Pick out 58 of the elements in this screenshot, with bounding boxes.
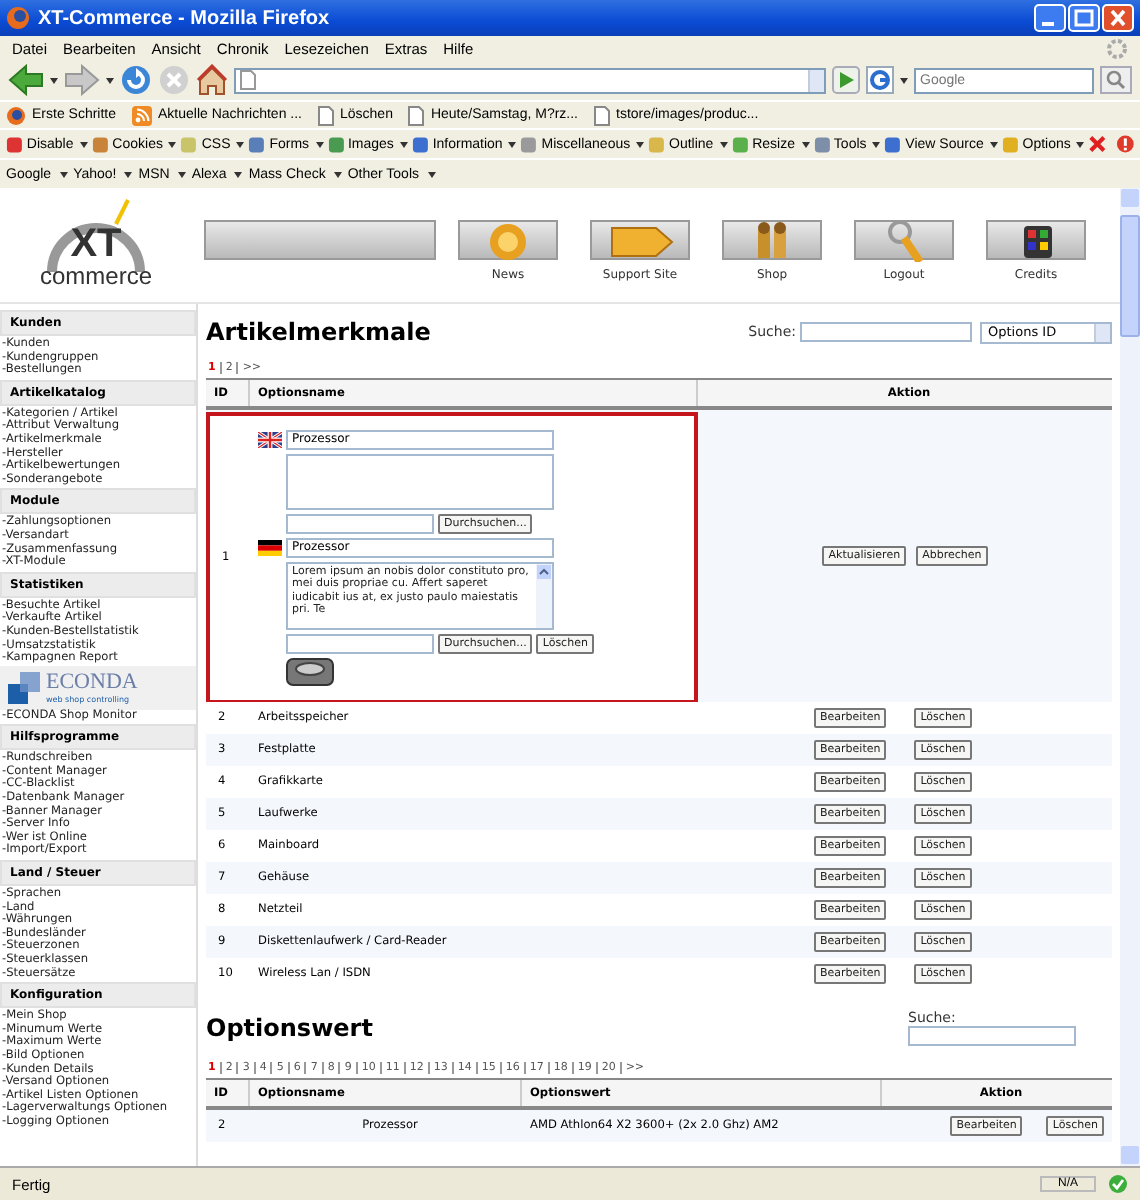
square-icon bbox=[91, 135, 109, 153]
search-engine-icon[interactable] bbox=[866, 66, 894, 94]
error-icon[interactable] bbox=[1115, 134, 1135, 154]
address-field[interactable] bbox=[234, 67, 826, 93]
file-field[interactable] bbox=[286, 633, 434, 653]
square-icon bbox=[731, 135, 749, 153]
caret-icon[interactable] bbox=[315, 141, 324, 147]
caret-icon[interactable] bbox=[989, 141, 998, 147]
minimize-icon[interactable] bbox=[1034, 4, 1066, 32]
scrollbar[interactable] bbox=[536, 563, 552, 627]
caret-icon[interactable] bbox=[719, 141, 728, 147]
logo-word: commerce bbox=[39, 264, 152, 288]
caret-icon[interactable] bbox=[399, 141, 408, 147]
back-arrow-icon[interactable] bbox=[8, 64, 44, 96]
close-icon[interactable] bbox=[1088, 134, 1108, 154]
logo-mark: XT bbox=[70, 224, 122, 264]
squares-icon bbox=[8, 671, 40, 704]
window-title: XT-Commerce - Mozilla Firefox bbox=[38, 7, 332, 29]
flag-icon bbox=[258, 539, 282, 555]
caret-icon[interactable] bbox=[59, 171, 68, 177]
square-icon bbox=[520, 135, 538, 153]
square-icon bbox=[648, 135, 666, 153]
caret-icon[interactable] bbox=[106, 77, 114, 83]
page-title: Artikelmerkmale bbox=[206, 318, 431, 346]
square-icon bbox=[327, 135, 344, 153]
globe-icon bbox=[6, 105, 26, 125]
caret-icon[interactable] bbox=[1076, 141, 1085, 147]
caret-icon[interactable] bbox=[79, 141, 88, 147]
caret-icon[interactable] bbox=[124, 171, 133, 177]
caret-icon[interactable] bbox=[801, 141, 810, 147]
caret-icon[interactable] bbox=[333, 171, 342, 177]
home-icon[interactable] bbox=[196, 64, 228, 96]
caret-icon[interactable] bbox=[50, 77, 58, 83]
banner-title: ECONDA bbox=[46, 671, 138, 694]
search-field[interactable] bbox=[908, 1026, 1076, 1046]
reload-icon[interactable] bbox=[120, 64, 152, 96]
caret-icon[interactable] bbox=[900, 77, 908, 83]
maximize-icon[interactable] bbox=[1068, 4, 1100, 32]
square-icon bbox=[180, 135, 198, 153]
flag-icon bbox=[258, 431, 282, 447]
throbber-icon bbox=[1106, 37, 1128, 59]
search-field[interactable] bbox=[800, 322, 972, 342]
globe-icon bbox=[6, 6, 30, 30]
square-icon bbox=[6, 135, 23, 153]
square-icon bbox=[1001, 135, 1019, 153]
search-icon[interactable] bbox=[1100, 66, 1132, 94]
caret-icon[interactable] bbox=[427, 171, 436, 177]
page-icon bbox=[240, 70, 256, 90]
section-title: Optionswert bbox=[206, 1014, 373, 1042]
square-icon bbox=[411, 135, 429, 153]
square-icon bbox=[884, 135, 902, 153]
check-icon bbox=[1108, 1174, 1128, 1194]
caret-icon[interactable] bbox=[234, 171, 243, 177]
scrollbar[interactable] bbox=[1120, 188, 1140, 1166]
square-icon bbox=[813, 135, 830, 153]
caret-icon[interactable] bbox=[177, 171, 186, 177]
square-icon bbox=[248, 135, 266, 153]
file-field[interactable] bbox=[286, 513, 434, 533]
